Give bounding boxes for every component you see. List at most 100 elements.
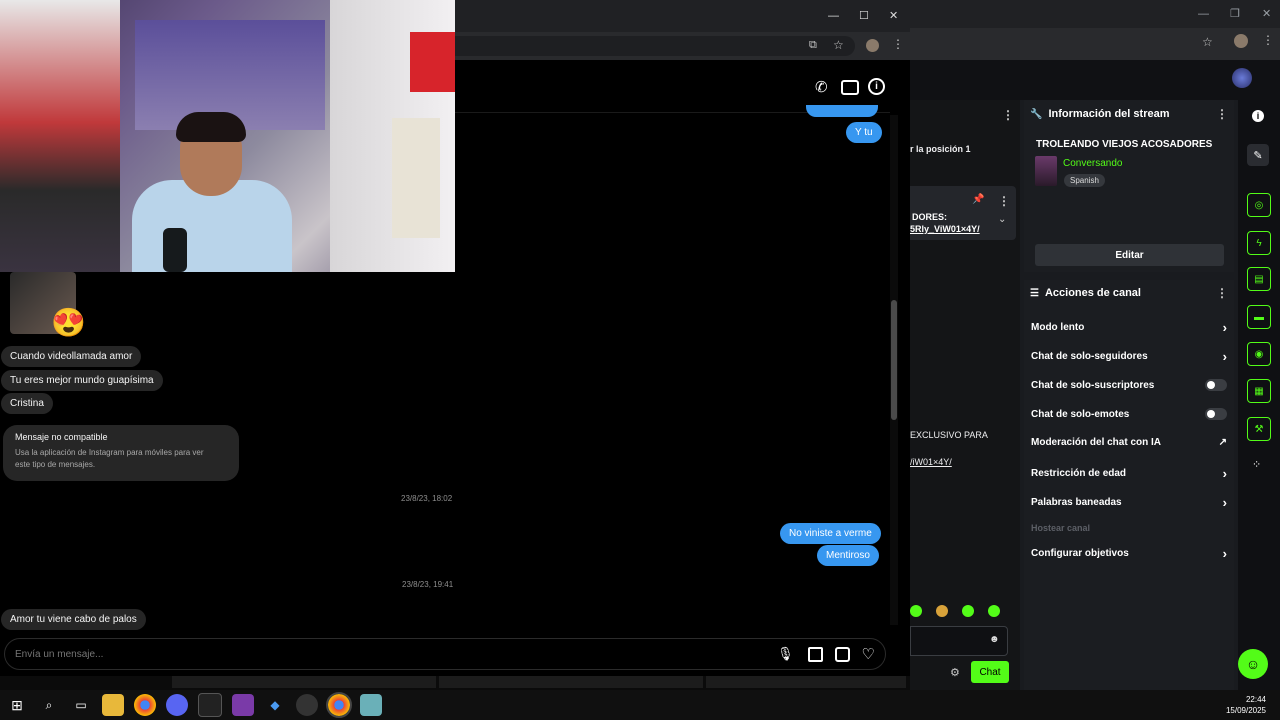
chat-send-button[interactable]: Chat bbox=[971, 661, 1009, 683]
action-age-restriction[interactable]: Restricción de edad › bbox=[1031, 466, 1227, 481]
action-ai-moderation[interactable]: Moderación del chat con IA ↗ bbox=[1031, 437, 1227, 448]
info-icon[interactable]: i bbox=[1252, 110, 1264, 122]
chevron-right-icon: › bbox=[1222, 495, 1227, 510]
chat-panel: ⋮ r la posición 1 📌 ⋮ DORES: ⌄ 5Rly_ViW0… bbox=[910, 100, 1020, 690]
sticker-icon[interactable] bbox=[834, 646, 850, 662]
chevron-right-icon: › bbox=[1222, 349, 1227, 364]
address-bar[interactable]: ⧉ ☆ bbox=[455, 36, 855, 56]
channel-actions-header: ☰ Acciones de canal bbox=[1030, 287, 1141, 299]
language-badge: Spanish bbox=[1064, 174, 1105, 187]
video-call-icon[interactable] bbox=[841, 80, 859, 95]
image-upload-icon[interactable] bbox=[807, 646, 823, 662]
chat-line-fragment: EXCLUSIVO PARA bbox=[910, 430, 988, 440]
close-icon[interactable]: ✕ bbox=[1262, 7, 1271, 20]
heart-eyes-emoji-icon: 😍 bbox=[51, 307, 86, 338]
pinned-link[interactable]: 5Rly_ViW01×4Y/ bbox=[910, 224, 980, 234]
pinned-menu-icon[interactable]: ⋮ bbox=[998, 194, 1010, 208]
pin-icon[interactable]: 📌 bbox=[972, 194, 984, 205]
instagram-titlebar: — ☐ ✕ bbox=[455, 0, 910, 32]
chat-line-fragment: r la posición 1 bbox=[910, 144, 971, 154]
emotes-only-toggle[interactable] bbox=[1205, 408, 1227, 420]
message-bubble-outgoing: No viniste a verme bbox=[780, 523, 881, 544]
pinned-text: DORES: bbox=[912, 212, 948, 222]
action-goals[interactable]: Configurar objetivos › bbox=[1031, 546, 1227, 561]
emote-icon[interactable] bbox=[988, 605, 1000, 617]
emote-icon[interactable] bbox=[936, 605, 948, 617]
channel-actions-menu-icon[interactable]: ⋮ bbox=[1216, 286, 1228, 300]
app-icon[interactable]: ◆ bbox=[264, 694, 286, 716]
edit-button[interactable]: Editar bbox=[1035, 244, 1224, 266]
file-explorer-icon[interactable] bbox=[102, 694, 124, 716]
document-icon[interactable]: ▤ bbox=[1247, 267, 1271, 291]
chrome-icon[interactable] bbox=[326, 692, 352, 718]
minimize-icon[interactable]: — bbox=[828, 10, 839, 22]
broadcast-icon[interactable]: ◉ bbox=[1247, 342, 1271, 366]
chat-input[interactable]: ☻ bbox=[910, 626, 1008, 656]
phone-icon[interactable]: ✆ bbox=[815, 78, 828, 96]
subscribers-only-toggle[interactable] bbox=[1205, 379, 1227, 391]
close-icon[interactable]: ✕ bbox=[889, 9, 898, 22]
browser-menu-icon[interactable]: ⋮ bbox=[1262, 33, 1274, 47]
pencil-icon[interactable]: ✎ bbox=[1247, 144, 1269, 166]
obs-icon[interactable] bbox=[296, 694, 318, 716]
browser-menu-icon[interactable]: ⋮ bbox=[892, 37, 904, 51]
lightning-icon[interactable]: ϟ bbox=[1247, 231, 1271, 255]
channel-actions-panel: ☰ Acciones de canal ⋮ Modo lento › Chat d… bbox=[1024, 280, 1234, 690]
user-avatar[interactable] bbox=[1232, 68, 1252, 88]
message-bubble-incoming: Tu eres mejor mundo guapísima bbox=[1, 370, 163, 391]
app-icon[interactable] bbox=[232, 694, 254, 716]
discord-icon[interactable] bbox=[166, 694, 188, 716]
wrench-tool-icon[interactable]: ⚒ bbox=[1247, 417, 1271, 441]
bookmark-star-icon[interactable]: ☆ bbox=[1202, 35, 1213, 49]
profile-avatar[interactable] bbox=[866, 39, 879, 52]
minimize-icon[interactable]: — bbox=[1198, 8, 1209, 20]
chevron-right-icon: › bbox=[1222, 320, 1227, 335]
action-label: Configurar objetivos bbox=[1031, 548, 1129, 559]
chat-bubble-icon[interactable]: ▬ bbox=[1247, 305, 1271, 329]
dashboard-tool-rail: i ✎ ◎ ϟ ▤ ▬ ◉ ▦ ⚒ ⁘ ☺ bbox=[1238, 100, 1280, 690]
search-icon[interactable]: ⌕ bbox=[38, 694, 60, 716]
emote-icon[interactable] bbox=[962, 605, 974, 617]
emoji-icon[interactable]: ☻ bbox=[989, 634, 1000, 645]
app-icon[interactable] bbox=[360, 694, 382, 716]
message-input[interactable] bbox=[13, 647, 757, 661]
gear-icon[interactable]: ⚙ bbox=[950, 666, 960, 679]
message-bubble-incoming: Amor tu viene cabo de palos bbox=[1, 609, 146, 630]
channel-actions-title: Acciones de canal bbox=[1044, 287, 1141, 299]
action-label: Chat de solo-suscriptores bbox=[1031, 379, 1155, 391]
layout-icon[interactable]: ▦ bbox=[1247, 379, 1271, 403]
stream-category[interactable]: Conversando bbox=[1063, 158, 1122, 169]
task-view-icon[interactable]: ▭ bbox=[70, 694, 92, 716]
message-composer: 🎙 ♡ bbox=[4, 638, 886, 670]
chat-link-fragment[interactable]: /iW01×4Y/ bbox=[910, 457, 952, 467]
message-bubble-outgoing: Y tu bbox=[846, 122, 882, 143]
microphone-icon[interactable]: 🎙 bbox=[777, 646, 794, 662]
bookmark-star-icon[interactable]: ☆ bbox=[833, 38, 844, 52]
focus-icon[interactable]: ◎ bbox=[1247, 193, 1271, 217]
stream-info-menu-icon[interactable]: ⋮ bbox=[1216, 107, 1228, 121]
chat-menu-icon[interactable]: ⋮ bbox=[1002, 108, 1014, 122]
stream-info-title: Información del stream bbox=[1048, 108, 1170, 120]
action-host-channel: Hostear canal bbox=[1031, 523, 1091, 533]
windows-start-icon[interactable]: ⊞ bbox=[6, 694, 28, 716]
chevron-down-icon[interactable]: ⌄ bbox=[998, 214, 1006, 225]
maximize-icon[interactable]: ☐ bbox=[859, 9, 869, 22]
system-clock[interactable]: 22:44 15/09/2025 bbox=[1226, 694, 1266, 716]
help-support-icon[interactable]: ☺ bbox=[1238, 649, 1268, 679]
action-banned-words[interactable]: Palabras baneadas › bbox=[1031, 495, 1227, 510]
clock-date: 15/09/2025 bbox=[1225, 706, 1266, 715]
external-link-icon: ↗ bbox=[1218, 437, 1227, 448]
profile-avatar[interactable] bbox=[1234, 34, 1248, 48]
emote-icon[interactable] bbox=[910, 605, 922, 617]
message-timestamp: 23/8/23, 19:41 bbox=[402, 580, 454, 589]
more-tools-icon[interactable]: ⁘ bbox=[1252, 458, 1261, 471]
install-app-icon[interactable]: ⧉ bbox=[809, 39, 817, 52]
scrollbar-thumb[interactable] bbox=[891, 300, 897, 420]
app-icon[interactable] bbox=[198, 693, 222, 717]
chrome-icon[interactable] bbox=[134, 694, 156, 716]
action-followers-only[interactable]: Chat de solo-seguidores › bbox=[1031, 349, 1227, 364]
heart-icon[interactable]: ♡ bbox=[862, 645, 875, 663]
maximize-icon[interactable]: ❐ bbox=[1230, 7, 1240, 20]
info-icon[interactable]: i bbox=[868, 78, 885, 95]
action-slow-mode[interactable]: Modo lento › bbox=[1031, 320, 1227, 335]
